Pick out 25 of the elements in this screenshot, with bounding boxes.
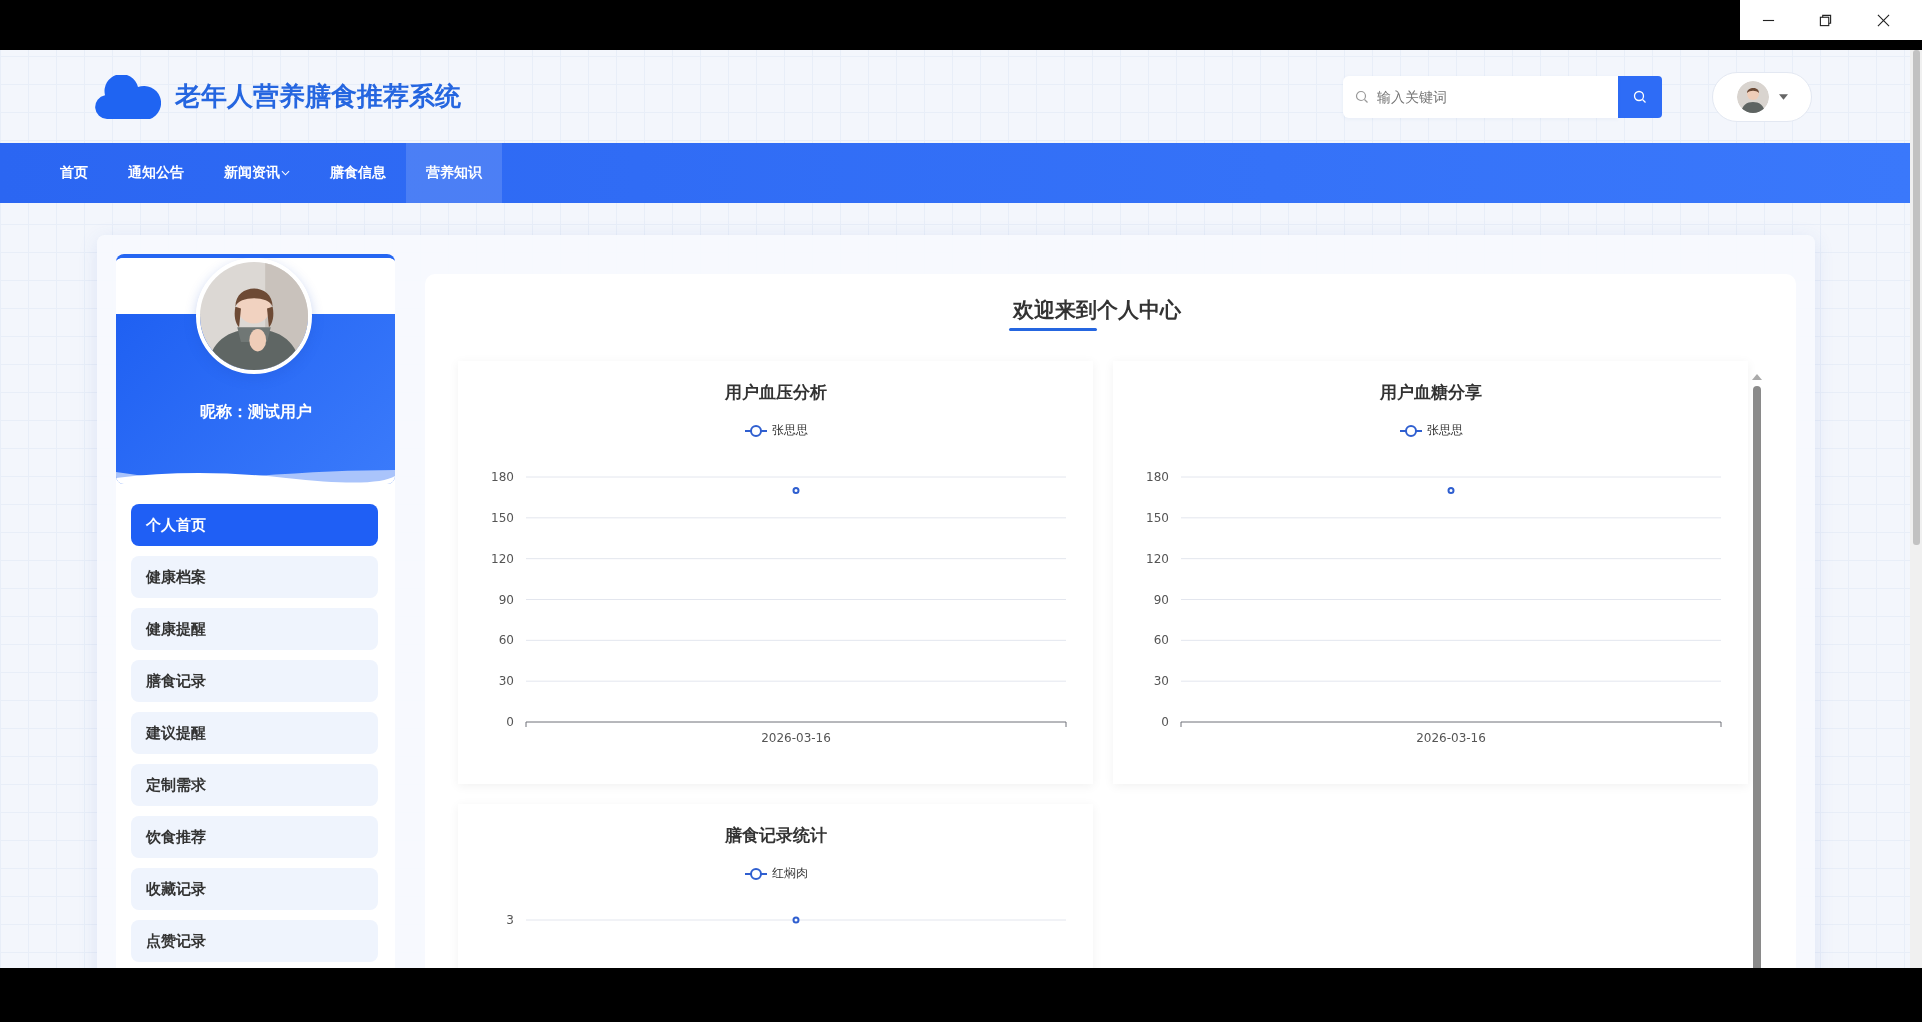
axis-label: 3 bbox=[505, 913, 514, 927]
chart-title: 用户血压分析 bbox=[724, 381, 827, 404]
axis-label: 180 bbox=[490, 470, 514, 484]
axis-label: 0 bbox=[1160, 715, 1169, 729]
nickname: 昵称：测试用户 bbox=[198, 402, 313, 423]
axis-label: 120 bbox=[1145, 551, 1169, 566]
axis-label: 180 bbox=[1145, 470, 1169, 484]
axis-label: 60 bbox=[1153, 633, 1169, 648]
legend-label: 张思思 bbox=[1426, 422, 1463, 439]
axis-label: 150 bbox=[490, 510, 514, 525]
axis-label: 90 bbox=[498, 592, 514, 607]
site-title: 老年人营养膳食推荐系统 bbox=[175, 80, 461, 113]
axis-label: 30 bbox=[1153, 674, 1169, 689]
chart-title: 膳食记录统计 bbox=[724, 824, 827, 847]
axis-label: 60 bbox=[498, 633, 514, 648]
chart-title: 用户血糖分享 bbox=[1379, 381, 1482, 404]
legend-label: 张思思 bbox=[771, 422, 808, 439]
axis-label: 90 bbox=[1153, 592, 1169, 607]
axis-label: 2026-03-16 bbox=[1415, 731, 1486, 745]
axis-label: 2026-03-16 bbox=[760, 731, 831, 745]
axis-label: 0 bbox=[505, 715, 514, 729]
page-title: 欢迎来到个人中心 bbox=[1013, 297, 1181, 324]
axis-label: 30 bbox=[498, 674, 514, 689]
axis-label: 120 bbox=[490, 551, 514, 566]
axis-label: 150 bbox=[1145, 510, 1169, 525]
